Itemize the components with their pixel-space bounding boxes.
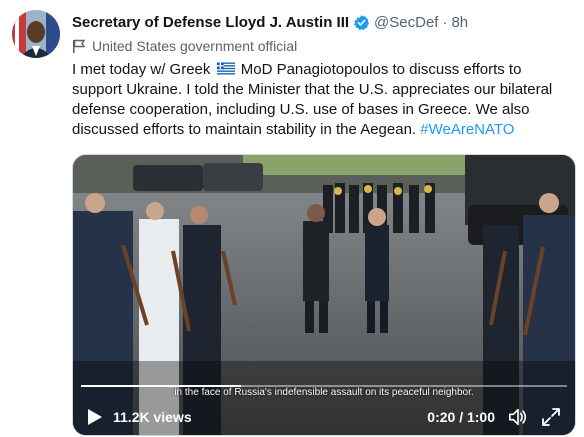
government-label-text: United States government official (92, 38, 298, 54)
tweet-text-part1: I met today w/ Greek (72, 61, 215, 78)
fullscreen-icon[interactable] (541, 407, 561, 427)
separator-dot: · (442, 13, 448, 31)
video-timer: 0:20 / 1:00 (427, 409, 495, 425)
avatar[interactable] (12, 10, 60, 58)
tweet-text: I met today w/ Greek MoD Panagiotopoulos… (72, 60, 572, 140)
greece-flag-icon (216, 62, 235, 75)
author-name[interactable]: Secretary of Defense Lloyd J. Austin III (72, 14, 349, 31)
avatar-image (12, 10, 60, 58)
volume-icon[interactable] (507, 407, 529, 427)
tweet-timestamp[interactable]: 8h (451, 14, 468, 31)
author-handle[interactable]: @SecDef (374, 14, 438, 31)
video-controls: 11.2K views 0:20 / 1:00 (73, 403, 575, 431)
hashtag-link[interactable]: #WeAreNATO (420, 121, 514, 138)
verified-badge-icon (353, 14, 370, 30)
government-label[interactable]: United States government official (72, 37, 297, 55)
video-view-count: 11.2K views (113, 409, 192, 425)
tweet-header: Secretary of Defense Lloyd J. Austin III… (72, 11, 572, 33)
play-icon[interactable] (87, 408, 103, 426)
video-caption: in the face of Russia's indefensible ass… (174, 387, 474, 398)
flag-label-icon (73, 39, 86, 53)
video-player[interactable]: in the face of Russia's indefensible ass… (72, 154, 576, 436)
